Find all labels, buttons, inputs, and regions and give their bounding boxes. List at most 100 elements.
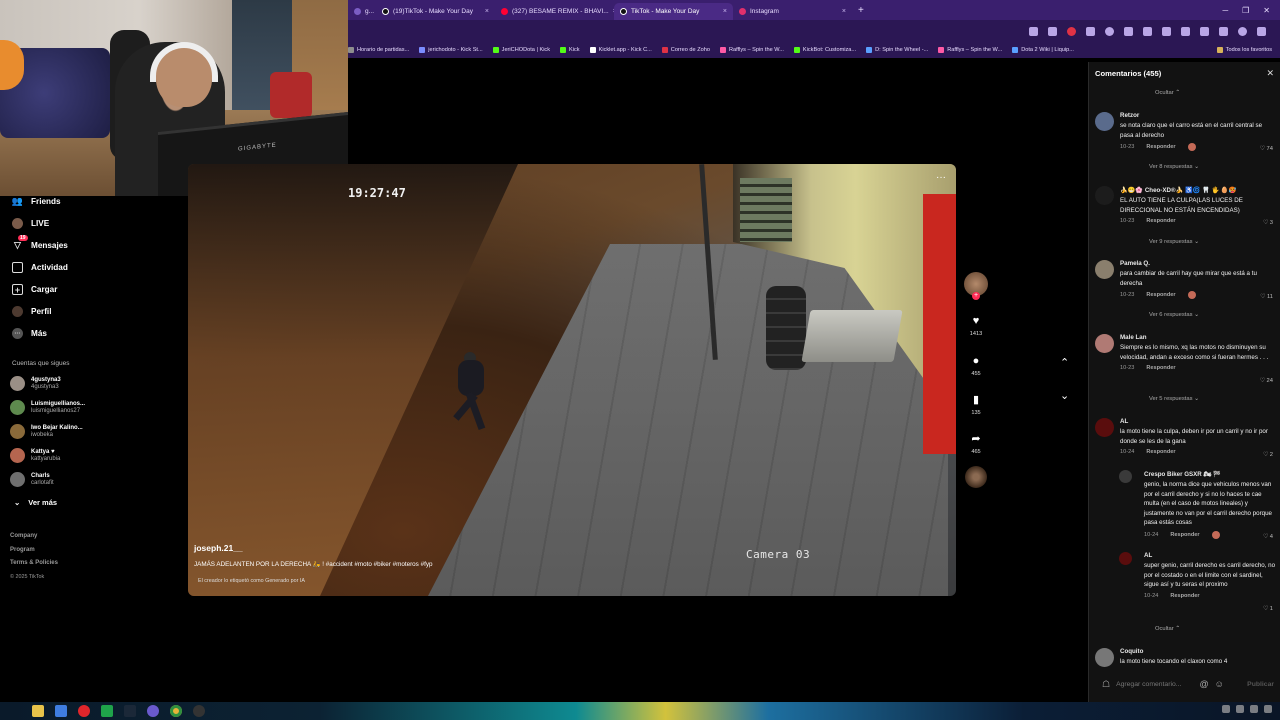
following-account[interactable]: Luismiguellianos... luismiguellianos27 bbox=[10, 400, 85, 415]
tab-0[interactable]: g...× bbox=[348, 3, 376, 20]
view-replies-button[interactable]: Ver 9 respuestas ⌄ bbox=[1149, 239, 1199, 245]
comment-button[interactable]: ● 455 bbox=[962, 354, 990, 377]
cast-icon[interactable] bbox=[1029, 26, 1038, 36]
bookmark-item[interactable]: Horario de partidas... bbox=[348, 47, 409, 53]
close-icon[interactable]: × bbox=[485, 8, 489, 15]
music-disc-icon[interactable] bbox=[965, 466, 987, 488]
comment-like[interactable]: ♡ 4 bbox=[1263, 534, 1273, 540]
bookmark-item[interactable]: Kick bbox=[560, 47, 580, 53]
minimize-icon[interactable]: ─ bbox=[1222, 6, 1228, 15]
avatar[interactable] bbox=[1119, 470, 1132, 483]
hide-replies-button[interactable]: Ocultar ⌃ bbox=[1155, 90, 1180, 96]
close-icon[interactable]: × bbox=[723, 8, 727, 15]
nav-item-upload[interactable]: + Cargar bbox=[12, 284, 57, 295]
comment-like[interactable]: ♡ 3 bbox=[1263, 220, 1273, 226]
steam-icon[interactable] bbox=[124, 705, 136, 717]
avatar[interactable] bbox=[1095, 418, 1114, 437]
comment-username[interactable]: Crespo Biker GSXR 🏍 🏁 bbox=[1144, 470, 1277, 478]
app-icon[interactable] bbox=[147, 705, 159, 717]
tab-2[interactable]: (327) BESAME REMIX - BHAVI...× bbox=[495, 3, 614, 20]
tab-1[interactable]: (19)TikTok - Make Your Day × bbox=[376, 3, 495, 20]
chrome-icon[interactable] bbox=[170, 705, 182, 717]
nav-item-friends[interactable]: 👥 Friends bbox=[12, 196, 61, 207]
file-explorer-icon[interactable] bbox=[32, 705, 44, 717]
extension-icon[interactable] bbox=[1181, 26, 1190, 36]
bookmark-item[interactable]: Rafflys – Spin the W... bbox=[719, 47, 784, 53]
new-tab-button[interactable]: + bbox=[852, 5, 870, 16]
reply-button[interactable]: Responder bbox=[1170, 593, 1199, 599]
obs-icon[interactable] bbox=[193, 705, 205, 717]
tray-icon[interactable] bbox=[1222, 705, 1230, 713]
bookmark-item[interactable]: jerichodoto - Kick St... bbox=[419, 47, 483, 53]
follow-plus-icon[interactable]: + bbox=[972, 292, 980, 300]
avatar[interactable] bbox=[1095, 648, 1114, 667]
extension-icon[interactable] bbox=[1124, 26, 1133, 36]
bookmark-item[interactable]: Kicklet.app - Kick C... bbox=[589, 47, 652, 53]
avatar[interactable] bbox=[1095, 112, 1114, 131]
extension-icon[interactable] bbox=[1105, 26, 1114, 36]
bookmark-item[interactable]: Correo de Zoho bbox=[661, 47, 710, 53]
extension-icon[interactable] bbox=[1162, 26, 1171, 36]
see-more-button[interactable]: ⌄ Ver más bbox=[14, 498, 57, 507]
bookmark-item[interactable]: Dota 2 Wiki | Liquip... bbox=[1012, 47, 1074, 53]
footer-link-terms[interactable]: Terms & Policies bbox=[10, 557, 58, 571]
bookmark-star-icon[interactable] bbox=[1048, 26, 1057, 36]
comment-username[interactable]: AL bbox=[1144, 552, 1277, 559]
like-button[interactable]: ♥ 1413 bbox=[962, 314, 990, 337]
reply-button[interactable]: Responder bbox=[1170, 532, 1199, 538]
reply-button[interactable]: Responder bbox=[1146, 292, 1175, 298]
all-bookmarks-button[interactable]: Todos los favoritos bbox=[1216, 47, 1280, 53]
at-icon[interactable]: @ bbox=[1199, 679, 1208, 689]
extension-icon[interactable] bbox=[1067, 26, 1076, 36]
share-button[interactable]: ➦ 465 bbox=[962, 432, 990, 455]
following-account[interactable]: Kattya ♥ kattyarubia bbox=[10, 448, 60, 463]
profile-avatar-icon[interactable] bbox=[1238, 26, 1247, 36]
hide-replies-button[interactable]: Ocultar ⌃ bbox=[1155, 626, 1180, 632]
app-icon[interactable] bbox=[55, 705, 67, 717]
bookmark-item[interactable]: JeriCHODota | Kick bbox=[492, 47, 550, 53]
reply-button[interactable]: Responder bbox=[1146, 144, 1175, 150]
next-video-icon[interactable]: ⌄ bbox=[1060, 389, 1069, 402]
comment-username[interactable]: 🍌😁🌸 Cheo-XD®🍌 ♿🌀 🦷 🖐 🥚🥵 bbox=[1120, 186, 1277, 194]
tab-4[interactable]: Instagram × bbox=[733, 3, 852, 20]
view-replies-button[interactable]: Ver 5 respuestas ⌄ bbox=[1149, 396, 1199, 402]
following-account[interactable]: Charls carlotafit bbox=[10, 472, 54, 487]
comment-like[interactable]: ♡ 11 bbox=[1260, 294, 1273, 300]
comment-username[interactable]: Retzor bbox=[1120, 112, 1277, 119]
comment-like[interactable]: ♡ 24 bbox=[1260, 378, 1273, 384]
close-icon[interactable]: × bbox=[842, 8, 846, 15]
nav-item-live[interactable]: LIVE bbox=[12, 218, 49, 229]
tray-icon[interactable] bbox=[1236, 705, 1244, 713]
opera-icon[interactable] bbox=[78, 705, 90, 717]
bookmark-item[interactable]: KickBot: Customiza... bbox=[793, 47, 856, 53]
save-button[interactable]: ▮ 135 bbox=[962, 393, 990, 416]
comment-input[interactable]: Agregar comentario... bbox=[1116, 681, 1181, 688]
reply-button[interactable]: Responder bbox=[1146, 365, 1175, 371]
footer-link-program[interactable]: Program bbox=[10, 544, 58, 558]
following-account[interactable]: Iwo Bejar Kalino... iwobeka bbox=[10, 424, 83, 439]
view-replies-button[interactable]: Ver 8 respuestas ⌄ bbox=[1149, 164, 1199, 170]
maximize-icon[interactable]: ❐ bbox=[1242, 6, 1249, 15]
nav-item-profile[interactable]: Perfil bbox=[12, 306, 51, 317]
close-icon[interactable]: ✕ bbox=[1266, 68, 1274, 79]
bookmark-item[interactable]: D: Spin the Wheel -... bbox=[866, 47, 928, 53]
video-player[interactable]: 19:27:47 Camera 03 ··· joseph.21__ JAMÁS… bbox=[188, 164, 956, 596]
menu-dots-icon[interactable] bbox=[1257, 26, 1266, 36]
footer-link-company[interactable]: Company bbox=[10, 530, 58, 544]
extension-icon[interactable] bbox=[1086, 26, 1095, 36]
view-replies-button[interactable]: Ver 6 respuestas ⌄ bbox=[1149, 312, 1199, 318]
avatar[interactable] bbox=[1095, 334, 1114, 353]
tab-3-active[interactable]: TikTok - Make Your Day × bbox=[614, 3, 733, 20]
reply-button[interactable]: Responder bbox=[1146, 218, 1175, 224]
comment-like[interactable]: ♡ 2 bbox=[1263, 452, 1273, 458]
mention-icon[interactable]: ☖ bbox=[1102, 679, 1110, 690]
reply-button[interactable]: Responder bbox=[1146, 449, 1175, 455]
nav-item-more[interactable]: ··· Más bbox=[12, 328, 47, 339]
puzzle-icon[interactable] bbox=[1200, 26, 1209, 36]
comment-username[interactable]: Male Lan bbox=[1120, 334, 1277, 341]
comment-like[interactable]: ♡ 1 bbox=[1263, 606, 1273, 612]
emoji-icon[interactable]: ☺ bbox=[1215, 679, 1224, 689]
nav-item-activity[interactable]: Actividad bbox=[12, 262, 68, 273]
tab-search-icon[interactable] bbox=[1219, 26, 1228, 36]
tray-icon[interactable] bbox=[1264, 705, 1272, 713]
